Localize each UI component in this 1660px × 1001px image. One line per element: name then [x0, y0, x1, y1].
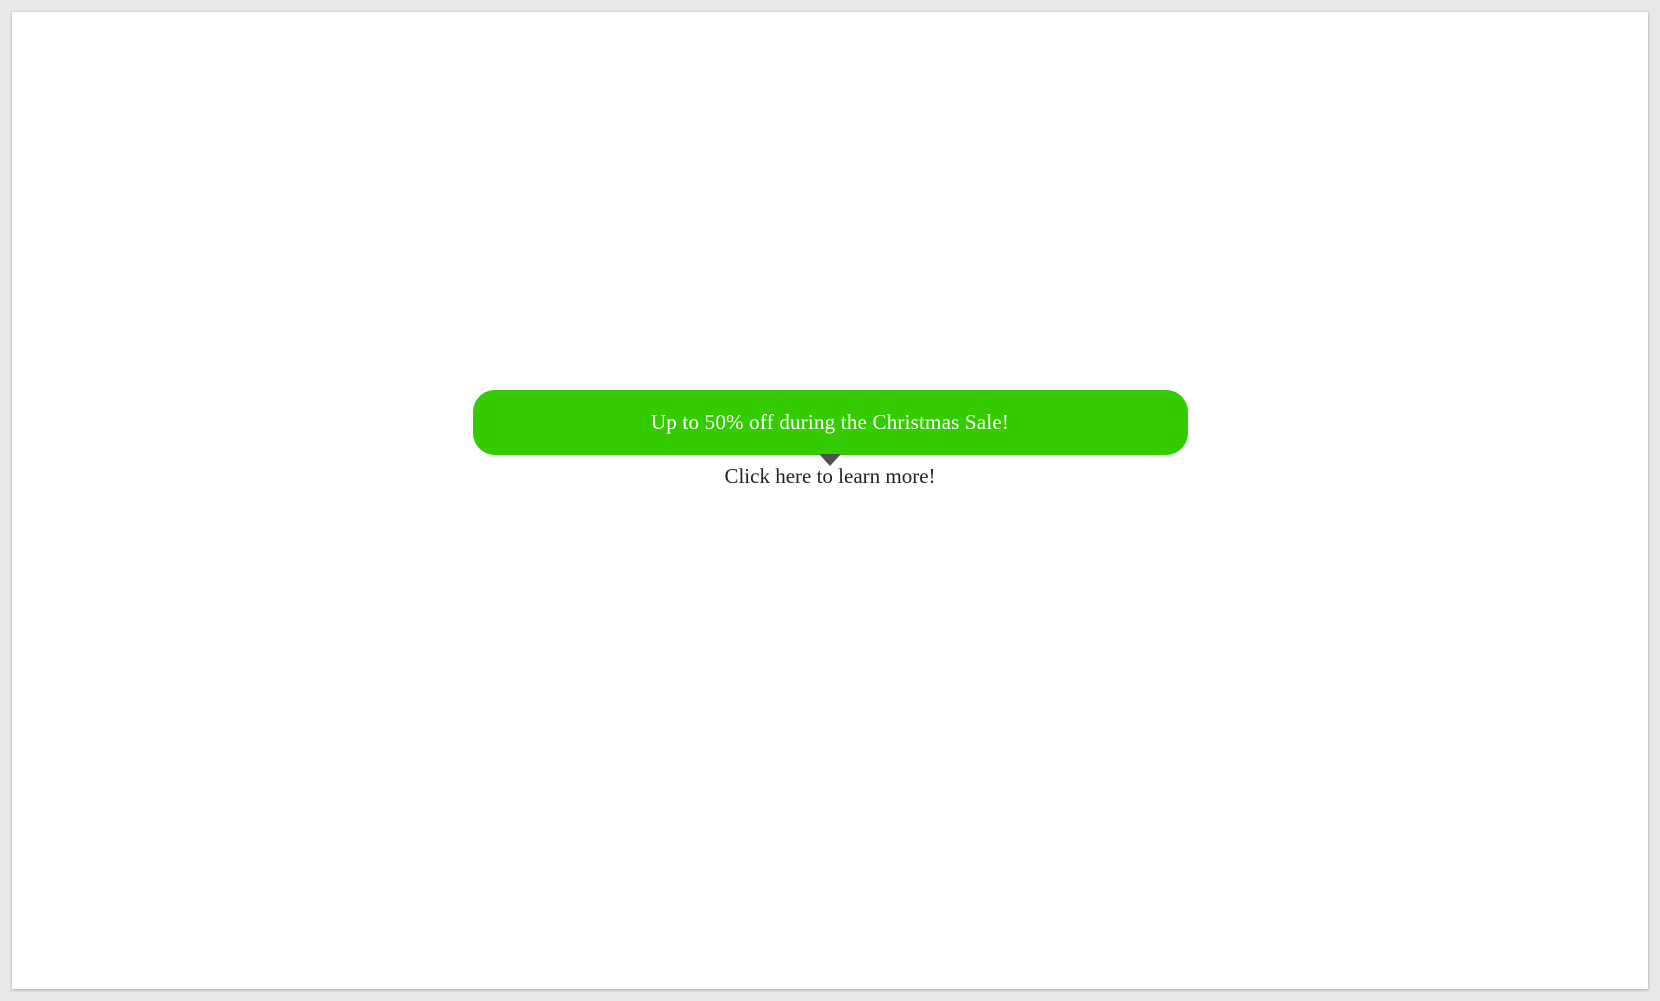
- content-area: Up to 50% off during the Christmas Sale!…: [12, 390, 1648, 489]
- content-card: Up to 50% off during the Christmas Sale!…: [12, 12, 1648, 989]
- learn-more-link[interactable]: Click here to learn more!: [724, 464, 935, 489]
- tooltip-container: Up to 50% off during the Christmas Sale!: [473, 390, 1188, 466]
- sale-tooltip: Up to 50% off during the Christmas Sale!: [473, 390, 1188, 455]
- tooltip-arrow-down-icon: [819, 454, 841, 466]
